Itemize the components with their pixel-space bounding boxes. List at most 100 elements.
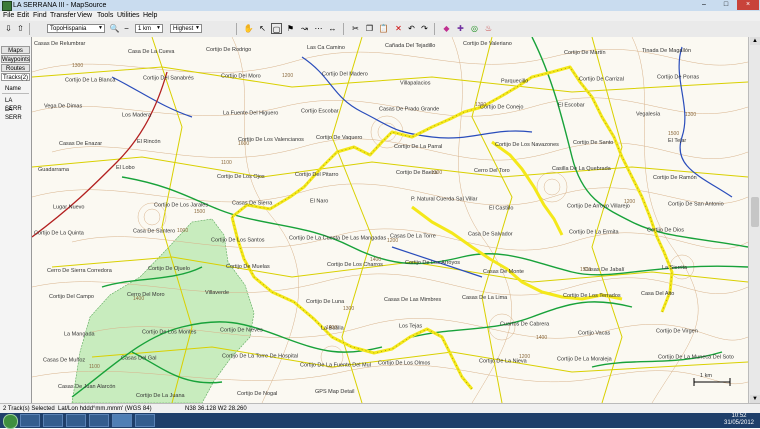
taskbar-browser-icon[interactable] — [89, 414, 109, 427]
place-label[interactable]: Cortijo De San Antonio — [668, 201, 724, 207]
place-label[interactable]: Casa Del Alto — [641, 291, 674, 297]
place-label[interactable]: La Sierrita — [662, 265, 688, 271]
place-label[interactable]: Cortijo Escobar — [301, 109, 339, 115]
place-label[interactable]: Casas De Muñoz — [43, 358, 85, 364]
place-label[interactable]: Casas De Juan Alarcón — [58, 384, 115, 390]
place-label[interactable]: Casas Del Gal — [121, 356, 156, 362]
place-label[interactable]: Cuartos De Cabrera — [500, 322, 550, 328]
track-profile-icon[interactable]: ♨ — [483, 23, 494, 34]
place-label[interactable]: Vegalesía — [636, 112, 661, 118]
place-label[interactable]: P. Natural Cuerda Sal Villar — [411, 196, 478, 202]
place-label[interactable]: Casa De Salvador — [468, 232, 513, 238]
system-clock[interactable]: 10:52 31/05/2012 — [721, 413, 757, 428]
taskbar-media-icon[interactable] — [66, 414, 86, 427]
zoom-area-tool-icon[interactable]: ▢ — [271, 23, 282, 34]
place-label[interactable]: Cortijo De La Moraleja — [557, 357, 613, 363]
place-label[interactable]: Lugar Nuevo — [53, 204, 85, 210]
tab-routes[interactable]: Routes — [1, 64, 30, 72]
place-label[interactable]: Cortijo De Vaquero — [316, 135, 362, 141]
map-vertical-scrollbar[interactable]: ▲ ▼ — [748, 37, 760, 403]
place-label[interactable]: Cerro De Sierra Corredora — [47, 268, 113, 274]
place-label[interactable]: Cortijo De Los Arroyos — [405, 260, 460, 266]
place-label[interactable]: Cortijo De Carrizal — [579, 76, 624, 82]
place-label[interactable]: Tinada De Magallón — [642, 48, 691, 54]
place-label[interactable]: Parquecillo — [501, 78, 528, 84]
close-button[interactable]: × — [737, 0, 759, 10]
menu-help[interactable]: Help — [143, 11, 157, 21]
scroll-down-icon[interactable]: ▼ — [750, 395, 760, 403]
place-label[interactable]: Casilla De La Quebrada — [552, 166, 612, 172]
zoom-level-select[interactable]: 1 km ▼ — [135, 24, 163, 33]
place-label[interactable]: Cortijo De Virgen — [656, 329, 698, 335]
place-label[interactable]: Cortijo De Nieves — [220, 328, 263, 334]
place-label[interactable]: Cortijo De Los Santos — [211, 238, 265, 244]
paste-icon[interactable]: 📋 — [378, 23, 389, 34]
start-button[interactable] — [3, 414, 18, 429]
undo-icon[interactable]: ↶ — [406, 23, 417, 34]
place-label[interactable]: Cortijo De Los Navazones — [495, 142, 559, 148]
place-label[interactable]: Cortijo De La Ermita — [569, 230, 619, 236]
place-label[interactable]: La Fuente Del Higuero — [223, 111, 278, 117]
menu-transfer[interactable]: Transfer — [50, 11, 76, 21]
topographic-map[interactable]: Casas De Relumbrar Casa De La Cueva Cortij… — [32, 37, 748, 403]
copy-icon[interactable]: ❐ — [364, 23, 375, 34]
place-label[interactable]: Cortijo De Porras — [657, 74, 699, 80]
place-label[interactable]: La Mangada — [64, 332, 96, 338]
zoom-in-icon[interactable]: 🔍 — [109, 23, 120, 34]
place-label[interactable]: Cortijo De La Torre De Hospital — [222, 354, 298, 360]
list-column-header-name[interactable]: Name — [2, 85, 29, 94]
route-tool-icon[interactable]: ↝ — [299, 23, 310, 34]
place-label[interactable]: Cortijo De La Blanca — [65, 77, 116, 83]
track-tool-icon[interactable]: ⋯ — [313, 23, 324, 34]
place-label[interactable]: Cortijo De Conejo — [480, 105, 523, 111]
place-label[interactable]: Casas De Monte — [483, 269, 524, 275]
place-label[interactable]: Cortijo De Valeriano — [463, 41, 512, 47]
place-label[interactable]: Cortijo De Los Jarales — [154, 202, 208, 208]
menu-tools[interactable]: Tools — [97, 11, 113, 21]
place-label[interactable]: Cerro Del Toro — [474, 168, 510, 174]
taskbar-app-icon[interactable] — [135, 414, 155, 427]
menu-utilities[interactable]: Utilities — [117, 11, 140, 21]
place-label[interactable]: Guadarrama — [38, 167, 70, 173]
place-label[interactable]: GPS Map Detail — [315, 389, 354, 395]
map-view[interactable]: Casas De Relumbrar Casa De La Cueva Cortij… — [32, 37, 748, 403]
list-item[interactable]: LA SERR — [2, 106, 29, 121]
pan-tool-icon[interactable]: ✋ — [243, 23, 254, 34]
place-label[interactable]: Cortijo De Los Terrados — [563, 293, 621, 299]
place-label[interactable]: Cortijo Del Madero — [322, 71, 368, 77]
map-product-select[interactable]: TopoHispania ▼ — [47, 24, 105, 33]
place-label[interactable]: Cortijo De Martín — [564, 50, 606, 56]
place-label[interactable]: Cortijo Del Campo — [49, 294, 94, 300]
delete-icon[interactable]: ✕ — [393, 23, 404, 34]
tab-maps[interactable]: Maps — [1, 46, 30, 54]
place-label[interactable]: Cortijo De Nogal — [237, 391, 277, 397]
taskbar-ie-icon[interactable] — [20, 414, 40, 427]
cut-icon[interactable]: ✂ — [350, 23, 361, 34]
place-label[interactable]: Cortijo De Ramón — [653, 175, 697, 181]
place-label[interactable]: Casas De Enazar — [59, 141, 102, 147]
taskbar-mapsource-icon[interactable] — [112, 414, 132, 427]
place-label[interactable]: Cortijo Del Sanabrés — [143, 75, 194, 81]
place-label[interactable]: Cortijo De Santo — [573, 140, 613, 146]
google-earth-icon[interactable]: ◎ — [469, 23, 480, 34]
taskbar-explorer-icon[interactable] — [43, 414, 63, 427]
place-label[interactable]: Casas De Relumbrar — [34, 41, 86, 47]
place-label[interactable]: Casa De La Cueva — [128, 49, 175, 55]
place-label[interactable]: Casas De Prado Grande — [379, 107, 439, 113]
place-label[interactable]: Cortijo De Los Ojos — [217, 174, 265, 180]
place-label[interactable]: Casas De Sierra — [232, 200, 273, 206]
list-item[interactable]: LA SERR — [2, 97, 29, 112]
receive-from-device-icon[interactable]: ⇩ — [3, 23, 14, 34]
find-address-icon[interactable]: ✚ — [455, 23, 466, 34]
menu-find[interactable]: Find — [33, 11, 47, 21]
place-label[interactable]: Los Madera — [122, 113, 152, 119]
place-label[interactable]: Cortijo De La Muneca Del Soto — [658, 355, 734, 361]
maximize-button[interactable]: □ — [715, 0, 737, 10]
menu-file[interactable]: File — [3, 11, 14, 21]
detail-select[interactable]: Highest ▼ — [170, 24, 202, 33]
find-place-icon[interactable]: ◆ — [441, 23, 452, 34]
place-label[interactable]: Cortijo Del Moro — [221, 73, 261, 79]
scroll-thumb[interactable] — [751, 197, 759, 227]
place-label[interactable]: Cortijo De Arroyo Villarejo — [567, 203, 630, 209]
tab-waypoints[interactable]: Waypoints — [1, 55, 30, 63]
